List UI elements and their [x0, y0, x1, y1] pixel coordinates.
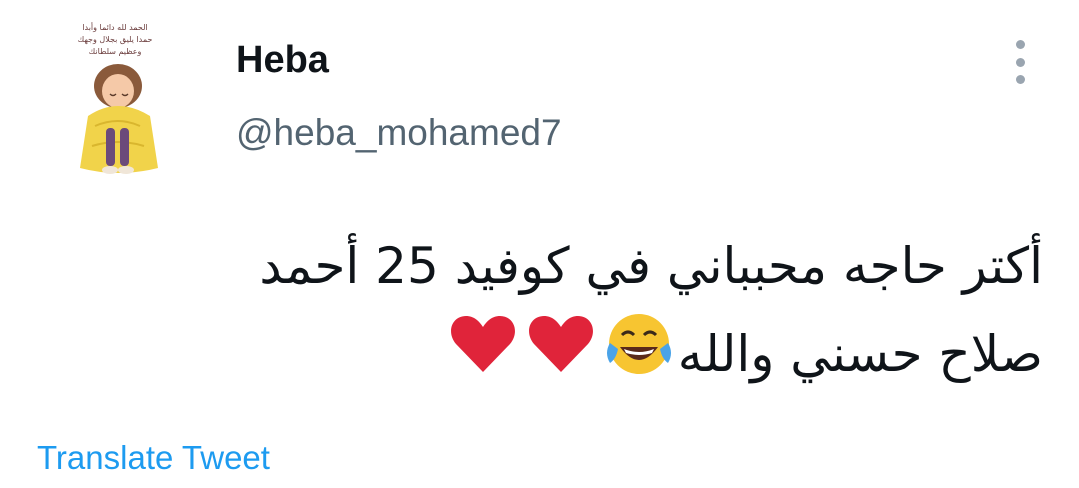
author-display-name[interactable]: Heba — [236, 36, 329, 84]
avatar-caption-3: وعظيم سلطانك — [89, 47, 142, 56]
avatar-illustration: الحمد لله دائما وأبدا حمدا يليق بجلال وج… — [78, 22, 158, 174]
tweet-text-line-1: أكتر حاجه محبباني في كوفيد 25 أحمد — [259, 237, 1043, 295]
tweet-text-line-2: صلاح حسني والله — [83, 310, 1043, 404]
more-options-button[interactable] — [1006, 40, 1034, 84]
tweet-text-line-2-text: صلاح حسني والله — [677, 325, 1043, 383]
vertical-ellipsis-icon — [1015, 40, 1025, 49]
author-handle[interactable]: @heba_mohamed7 — [236, 110, 562, 156]
red-heart-icon — [526, 312, 596, 403]
avatar-caption-2: حمدا يليق بجلال وجهك — [78, 35, 153, 44]
red-heart-icon — [448, 312, 518, 403]
translate-tweet-link[interactable]: Translate Tweet — [37, 436, 270, 480]
avatar-caption-1: الحمد لله دائما وأبدا — [82, 22, 147, 32]
tweet-text: أكتر حاجه محبباني في كوفيد 25 أحمد صلاح … — [83, 222, 1043, 404]
avatar[interactable]: الحمد لله دائما وأبدا حمدا يليق بجلال وج… — [40, 16, 190, 181]
face-with-tears-of-joy-icon — [604, 311, 674, 404]
